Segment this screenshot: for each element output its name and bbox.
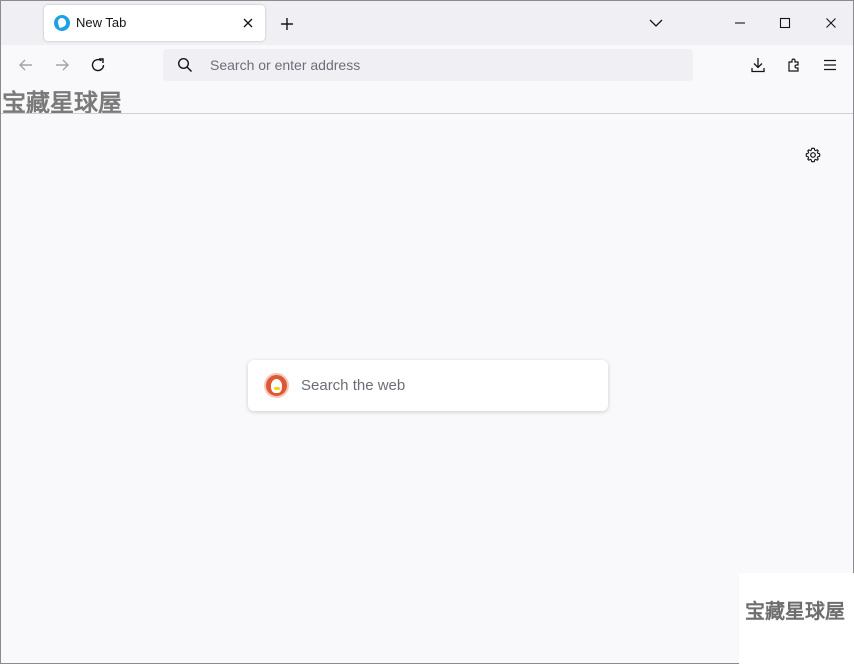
tab-new-tab[interactable]: New Tab [44,5,265,41]
extensions-button[interactable] [782,53,806,77]
browser-window: New Tab Search or enter address 宝藏星球屋 Se… [0,0,854,664]
watermark-text-bottom: 宝藏星球屋 [745,599,845,623]
address-bar[interactable] [163,49,693,81]
duckduckgo-icon [264,373,289,398]
tab-title: New Tab [76,15,127,30]
new-tab-button[interactable] [276,13,298,35]
toolbar-divider [1,113,853,114]
maximize-button[interactable] [775,13,795,33]
newtab-search-box[interactable] [248,360,608,411]
forward-button[interactable] [50,53,74,77]
close-window-button[interactable] [821,13,841,33]
list-all-tabs-button[interactable] [646,13,666,33]
navigation-toolbar [1,45,853,85]
search-icon [177,57,193,73]
app-menu-button[interactable] [818,53,842,77]
firefox-icon [54,15,70,31]
newtab-settings-button[interactable] [802,144,824,166]
close-tab-icon[interactable] [238,13,258,33]
downloads-button[interactable] [746,53,770,77]
url-input[interactable] [210,49,680,81]
web-search-input[interactable] [301,360,591,411]
reload-button[interactable] [86,53,110,77]
back-button[interactable] [14,53,38,77]
gear-icon [805,147,821,163]
tab-strip: New Tab [1,1,853,45]
minimize-button[interactable] [730,13,750,33]
